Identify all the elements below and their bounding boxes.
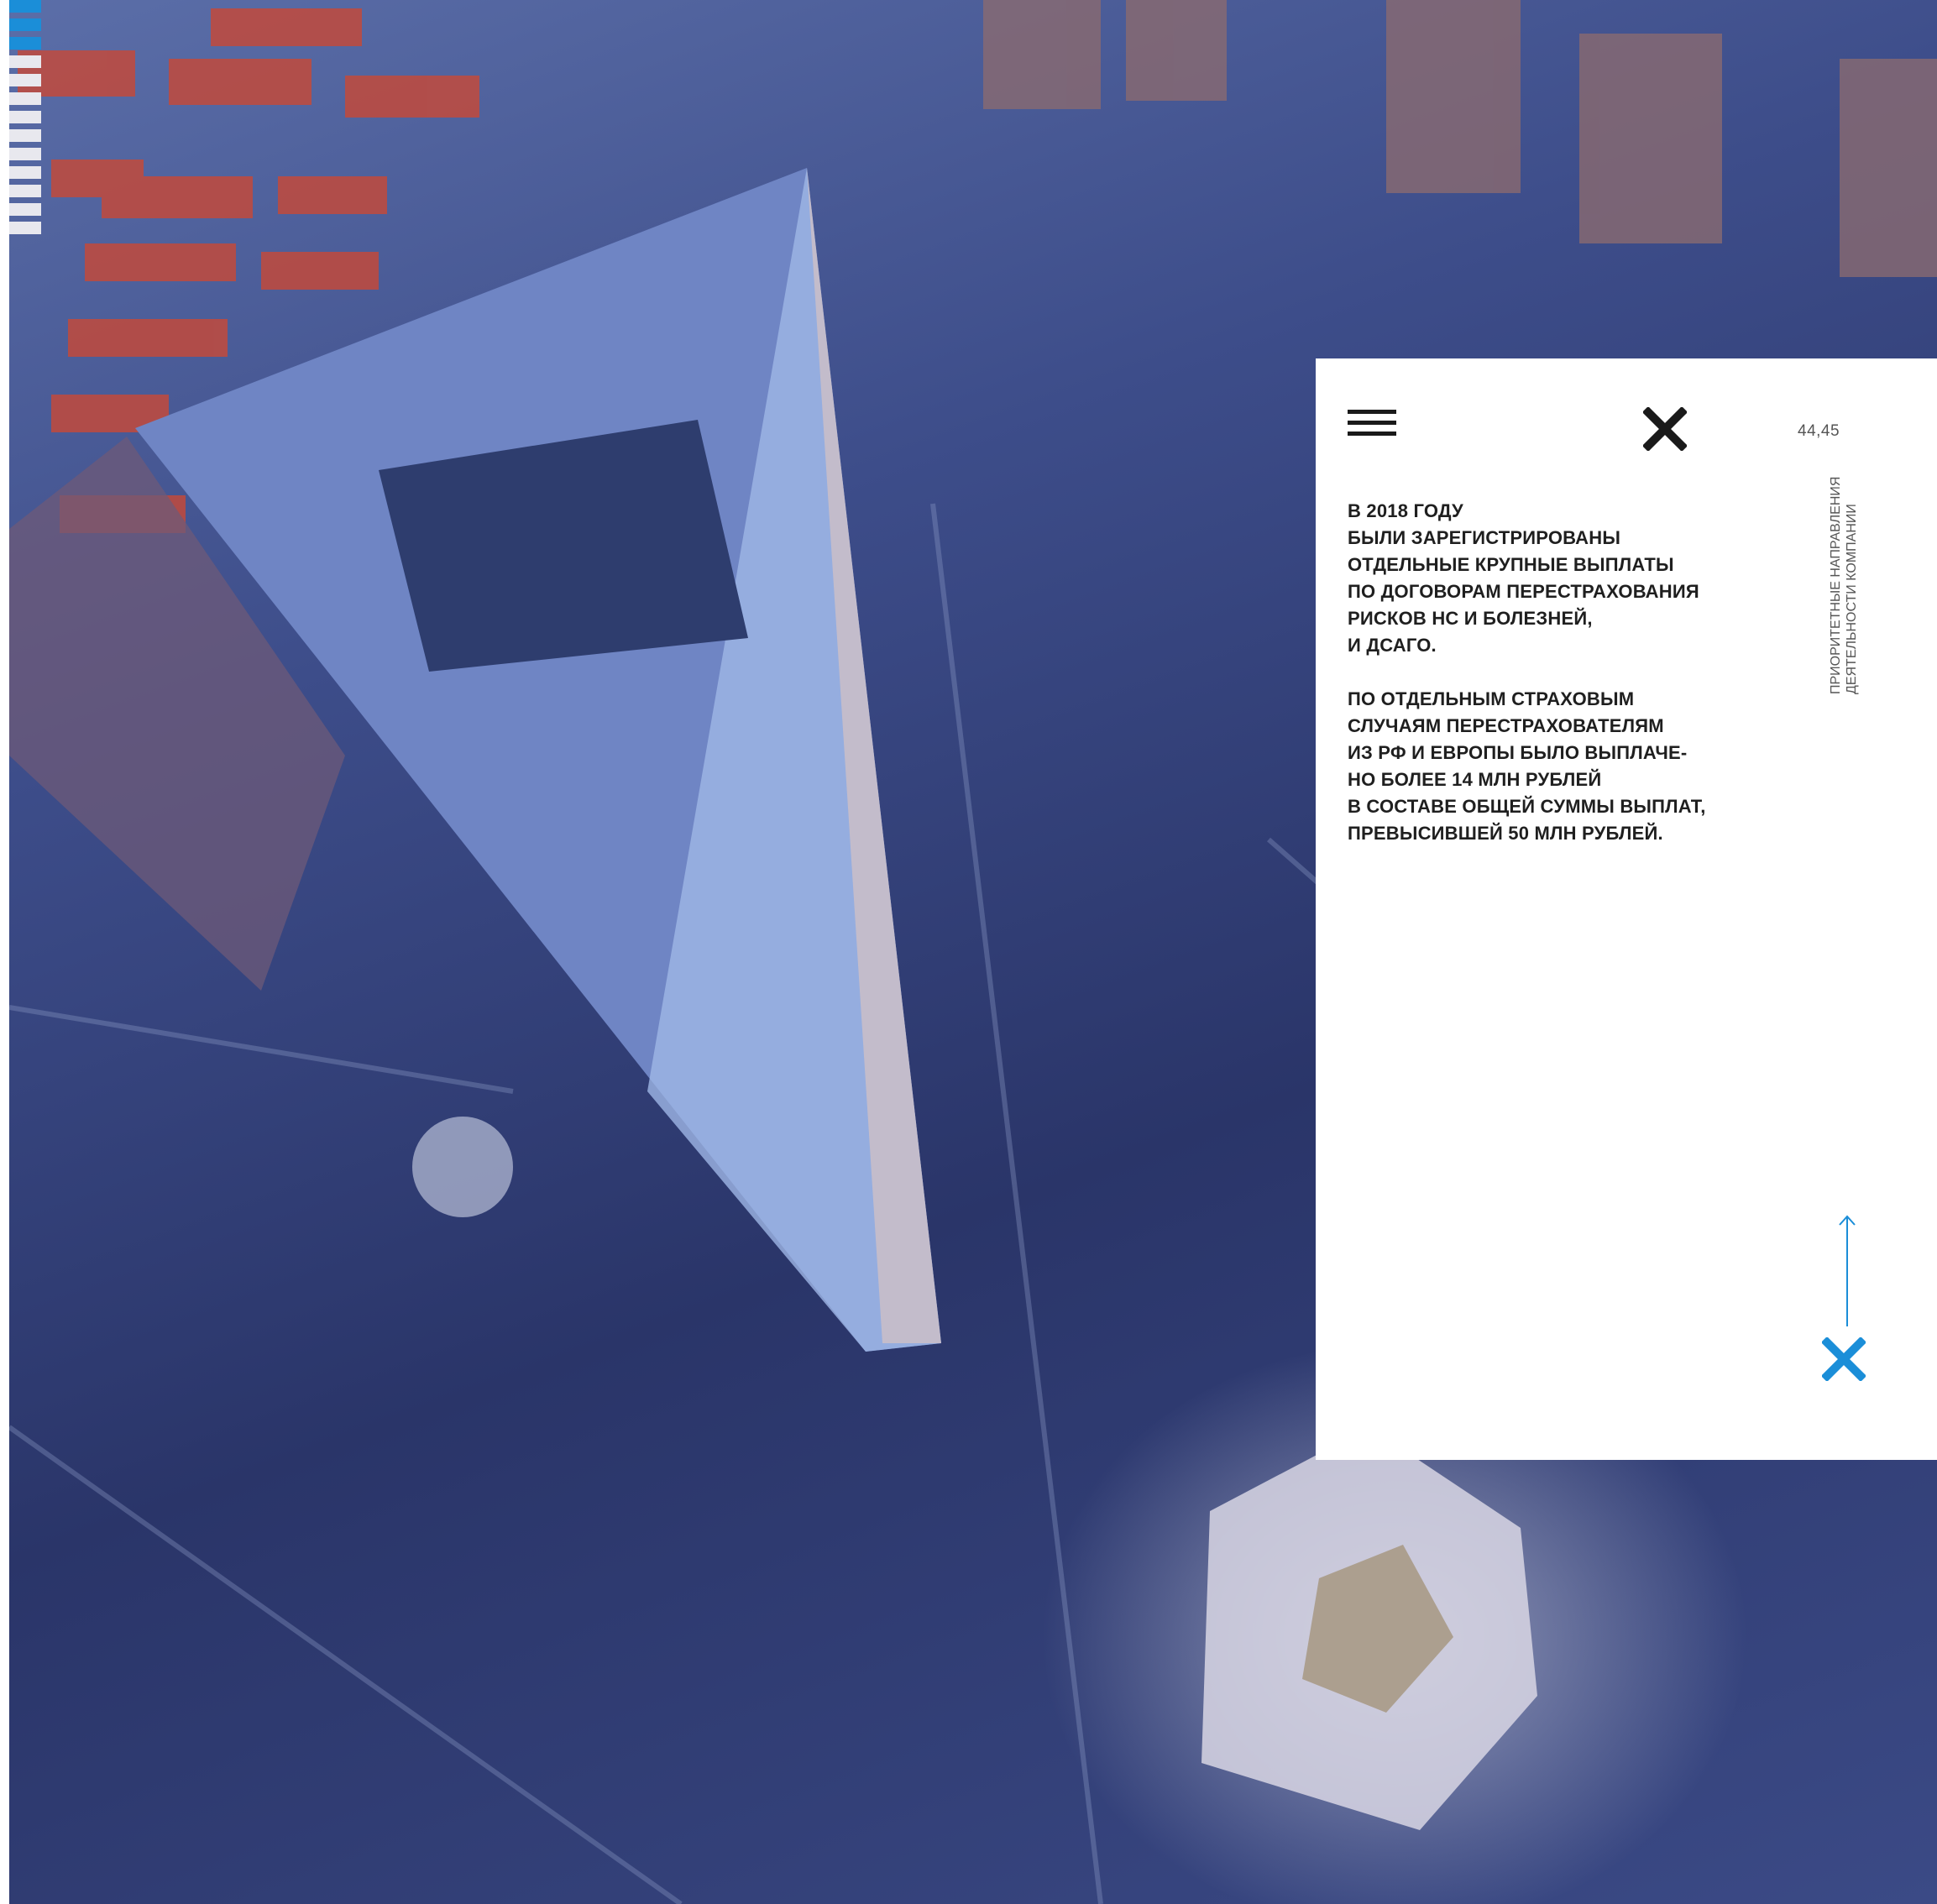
paragraph-large-payouts: В 2018 году были зарегистрированы отдель…: [1348, 500, 1699, 656]
striped-logo-icon: [9, 0, 41, 234]
paragraph-reinsurers-payouts: По отдельным страховым случаям перестрах…: [1348, 688, 1706, 844]
hamburger-menu-icon[interactable]: [1348, 410, 1396, 437]
left-page-edge: [0, 0, 9, 1904]
content-panel: В 2018 году были зарегистрированы отдель…: [1316, 358, 1937, 1460]
section-title: ПРИОРИТЕТНЫЕ НАПРАВЛЕНИЯ ДЕЯТЕЛЬНОСТИ КО…: [1829, 476, 1859, 694]
brand-x-icon[interactable]: [1822, 1337, 1866, 1381]
main-text: В 2018 году были зарегистрированы отдель…: [1348, 498, 1709, 874]
close-x-icon[interactable]: [1643, 407, 1687, 451]
arrow-up-icon[interactable]: [1837, 1215, 1857, 1328]
